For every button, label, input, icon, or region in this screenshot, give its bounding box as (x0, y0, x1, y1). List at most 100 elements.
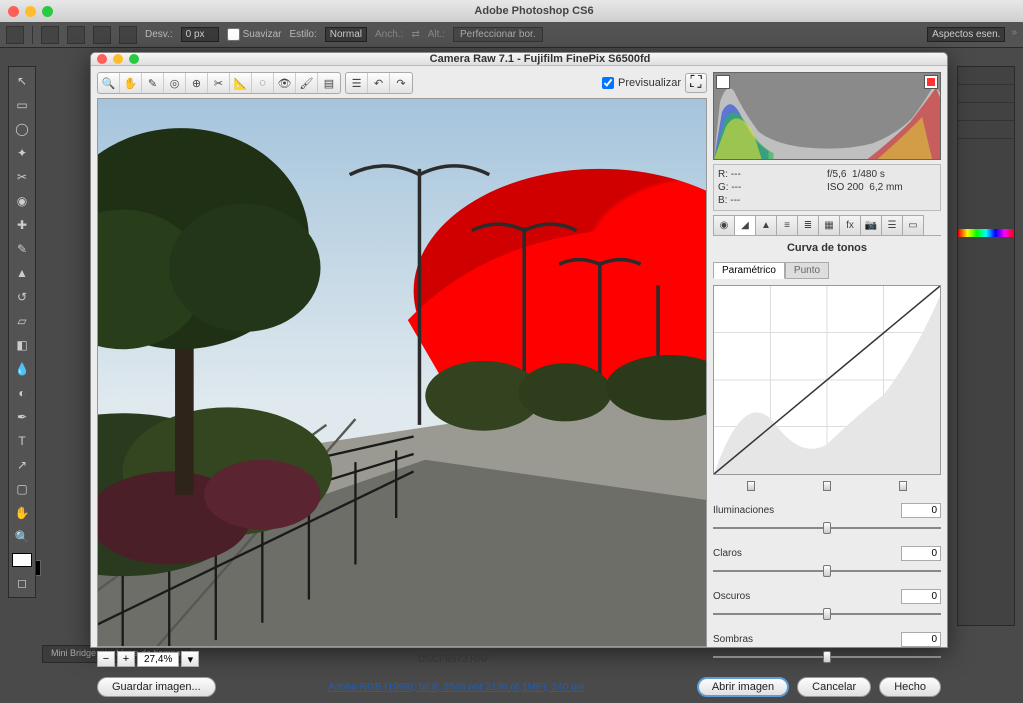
style-select[interactable]: Normal (325, 27, 367, 42)
blur-tool-icon[interactable]: 💧 (10, 358, 34, 380)
subtab-parametric[interactable]: Paramétrico (713, 262, 785, 279)
zoom-in-button[interactable]: + (117, 651, 135, 667)
refine-edge-button[interactable]: Perfeccionar bor. (453, 27, 543, 42)
healing-tool-icon[interactable]: ✚ (10, 214, 34, 236)
move-tool-icon[interactable]: ↖ (10, 70, 34, 92)
wand-tool-icon[interactable]: ✦ (10, 142, 34, 164)
zoom-dropdown-icon[interactable]: ▾ (181, 651, 199, 667)
rotate-cw-icon[interactable]: ↷ (390, 73, 412, 93)
tab-presets-icon[interactable]: ☰ (881, 215, 903, 235)
new-selection-icon[interactable] (41, 26, 59, 44)
zoom-icon[interactable]: 🔍 (98, 73, 120, 93)
tab-camera-icon[interactable]: 📷 (860, 215, 882, 235)
graduated-filter-icon[interactable]: ▤ (318, 73, 340, 93)
type-tool-icon[interactable]: T (10, 430, 34, 452)
brush-tool-icon[interactable]: ✎ (10, 238, 34, 260)
lights-value[interactable]: 0 (901, 546, 941, 561)
cr-titlebar: Camera Raw 7.1 - Fujifilm FinePix S6500f… (91, 53, 947, 66)
cr-footer: Guardar imagen... Adobe RGB (1998); bit … (91, 673, 947, 703)
fullscreen-icon[interactable]: ⛶ (685, 73, 707, 93)
window-controls (8, 6, 53, 17)
zoom-value[interactable]: 27,4% (137, 652, 179, 667)
tab-snapshots-icon[interactable]: ▭ (902, 215, 924, 235)
hand-icon[interactable]: ✋ (120, 73, 142, 93)
tone-curve[interactable] (713, 285, 941, 475)
rotate-ccw-icon[interactable]: ↶ (368, 73, 390, 93)
filename-label: DSCF8573.RAF (201, 654, 707, 665)
curve-handle-mid[interactable] (823, 481, 831, 491)
cr-close-button[interactable] (97, 54, 107, 64)
hand-tool-icon[interactable]: ✋ (10, 502, 34, 524)
eyedropper-tool-icon[interactable]: ◉ (10, 190, 34, 212)
open-image-button[interactable]: Abrir imagen (697, 677, 789, 697)
color-ramp[interactable] (958, 229, 1014, 237)
minimize-button[interactable] (25, 6, 36, 17)
redeye-icon[interactable]: 👁 (274, 73, 296, 93)
cancel-button[interactable]: Cancelar (797, 677, 871, 697)
tab-effects-icon[interactable]: fx (839, 215, 861, 235)
shape-tool-icon[interactable]: ▢ (10, 478, 34, 500)
adjustment-brush-icon[interactable]: 🖌 (296, 73, 318, 93)
history-brush-icon[interactable]: ↺ (10, 286, 34, 308)
done-button[interactable]: Hecho (879, 677, 941, 697)
curve-handle-shadows[interactable] (747, 481, 755, 491)
quickmask-icon[interactable]: ◻ (10, 572, 34, 594)
add-selection-icon[interactable] (67, 26, 85, 44)
tab-detail-icon[interactable]: ▲ (755, 215, 777, 235)
stamp-tool-icon[interactable]: ▲ (10, 262, 34, 284)
darks-value[interactable]: 0 (901, 589, 941, 604)
preview-image[interactable] (97, 98, 707, 647)
workflow-options-link[interactable]: Adobe RGB (1998); bit 8; 2848 por 2136 (… (224, 682, 689, 693)
preview-checkbox-group[interactable]: Previsualizar (602, 77, 681, 89)
highlight-clipping-icon[interactable] (924, 75, 938, 89)
crop-tool-icon[interactable]: ✂ (10, 166, 34, 188)
antialias-checkbox[interactable] (227, 28, 240, 41)
targeted-adjust-icon[interactable]: ⊕ (186, 73, 208, 93)
marquee-tool-icon[interactable]: ▭ (10, 94, 34, 116)
workspace-select[interactable]: Aspectos esen. (927, 27, 1005, 42)
highlights-value[interactable]: 0 (901, 503, 941, 518)
eraser-tool-icon[interactable]: ▱ (10, 310, 34, 332)
ps-right-panels (957, 66, 1015, 626)
color-swatch[interactable] (12, 553, 32, 567)
tab-tone-curve-icon[interactable]: ◢ (734, 215, 756, 235)
intersect-selection-icon[interactable] (119, 26, 137, 44)
shadows-slider[interactable] (713, 653, 941, 661)
close-button[interactable] (8, 6, 19, 17)
dodge-tool-icon[interactable]: ◐ (10, 382, 34, 404)
zoom-button[interactable] (42, 6, 53, 17)
gradient-tool-icon[interactable]: ◧ (10, 334, 34, 356)
zoom-tool-icon[interactable]: 🔍 (10, 526, 34, 548)
tab-lens-icon[interactable]: ▦ (818, 215, 840, 235)
ps-tool-palette: ↖ ▭ ◯ ✦ ✂ ◉ ✚ ✎ ▲ ↺ ▱ ◧ 💧 ◐ ✒ T ↗ ▢ ✋ 🔍 … (8, 66, 36, 598)
highlights-slider[interactable] (713, 524, 941, 532)
zoom-out-button[interactable]: − (97, 651, 115, 667)
subtract-selection-icon[interactable] (93, 26, 111, 44)
darks-slider[interactable] (713, 610, 941, 618)
straighten-icon[interactable]: 📐 (230, 73, 252, 93)
preview-checkbox[interactable] (602, 77, 614, 89)
color-sampler-icon[interactable]: ◎ (164, 73, 186, 93)
save-image-button[interactable]: Guardar imagen... (97, 677, 216, 697)
shadows-value[interactable]: 0 (901, 632, 941, 647)
lasso-tool-icon[interactable]: ◯ (10, 118, 34, 140)
feather-value[interactable]: 0 px (181, 27, 219, 42)
white-balance-icon[interactable]: ✎ (142, 73, 164, 93)
shadow-clipping-icon[interactable] (716, 75, 730, 89)
pen-tool-icon[interactable]: ✒ (10, 406, 34, 428)
ps-options-bar: Desv.: 0 px Suavizar Estilo: Normal Anch… (0, 22, 1023, 48)
cr-zoom-button[interactable] (129, 54, 139, 64)
tab-basic-icon[interactable]: ◉ (713, 215, 735, 235)
crop-icon[interactable]: ✂ (208, 73, 230, 93)
curve-region-handles[interactable] (713, 481, 941, 491)
spot-removal-icon[interactable]: ◌ (252, 73, 274, 93)
lights-slider[interactable] (713, 567, 941, 575)
subtab-point[interactable]: Punto (785, 262, 829, 279)
tab-hsl-icon[interactable]: ≡ (776, 215, 798, 235)
cr-minimize-button[interactable] (113, 54, 123, 64)
preferences-icon[interactable]: ☰ (346, 73, 368, 93)
path-tool-icon[interactable]: ↗ (10, 454, 34, 476)
curve-handle-highlights[interactable] (899, 481, 907, 491)
marquee-icon[interactable] (6, 26, 24, 44)
tab-split-tone-icon[interactable]: ≣ (797, 215, 819, 235)
